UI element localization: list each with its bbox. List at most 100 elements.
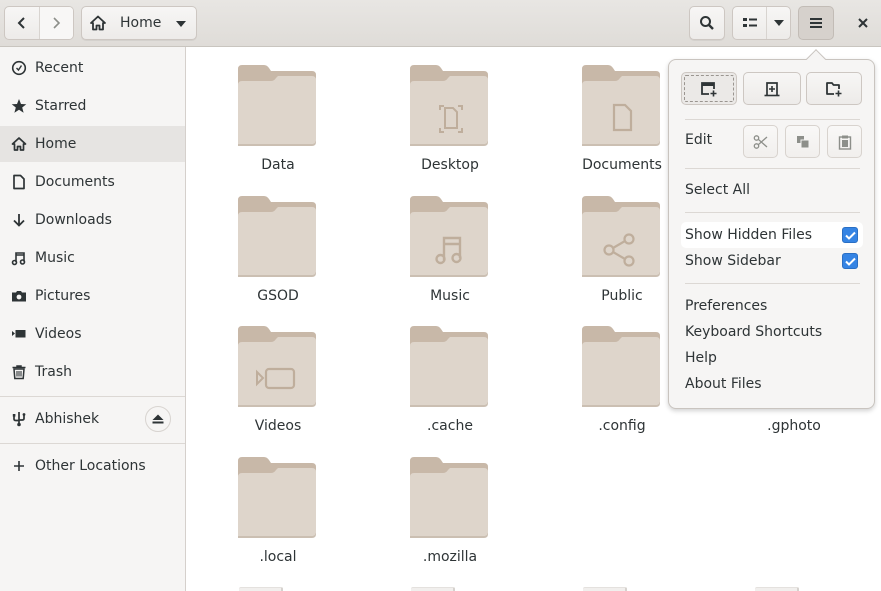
- folder-icon: [238, 326, 316, 407]
- folder-icon: [582, 196, 660, 277]
- new-folder-button[interactable]: [806, 72, 862, 105]
- file-item[interactable]: Videos: [213, 326, 343, 434]
- music-note-icon: [11, 250, 27, 266]
- usb-icon: [11, 411, 27, 427]
- forward-button[interactable]: [38, 7, 73, 39]
- home-icon: [90, 15, 106, 31]
- folder-icon: [238, 196, 316, 277]
- file-item[interactable]: Music: [385, 196, 515, 304]
- folder-icon: [582, 326, 660, 407]
- file-item-partial[interactable]: [583, 587, 627, 591]
- sidebar: Recent Starred Home Documents Downloads …: [0, 47, 186, 591]
- paste-button[interactable]: [827, 125, 862, 158]
- chevron-down-icon: [773, 20, 784, 26]
- document-icon: [11, 174, 27, 190]
- show-hidden-files-item[interactable]: Show Hidden Files: [681, 222, 863, 248]
- file-item-partial[interactable]: [755, 587, 799, 591]
- download-arrow-icon: [11, 212, 27, 228]
- file-name: Documents: [582, 157, 662, 173]
- main-menu-button[interactable]: [798, 6, 834, 40]
- go-back-icon: [17, 17, 25, 29]
- checkmark-icon: [844, 257, 856, 266]
- sidebar-item-abhishek[interactable]: Abhishek: [0, 401, 185, 437]
- sidebar-separator: [0, 396, 185, 397]
- preferences-item[interactable]: Preferences: [681, 293, 863, 319]
- show-hidden-files-label: Show Hidden Files: [685, 227, 813, 243]
- copy-button[interactable]: [785, 125, 820, 158]
- close-icon: [858, 18, 868, 28]
- sidebar-item-documents[interactable]: Documents: [0, 164, 185, 200]
- file-name: .gphoto: [767, 418, 821, 434]
- menu-separator: [685, 212, 860, 213]
- sidebar-item-other-locations[interactable]: Other Locations: [0, 448, 185, 484]
- file-item[interactable]: Desktop: [385, 65, 515, 173]
- file-name: .config: [598, 418, 646, 434]
- keyboard-shortcuts-item[interactable]: Keyboard Shortcuts: [681, 319, 863, 345]
- show-sidebar-item[interactable]: Show Sidebar: [681, 248, 863, 274]
- clipboard-icon: [838, 135, 851, 150]
- sidebar-item-videos[interactable]: Videos: [0, 316, 185, 352]
- search-button[interactable]: [689, 6, 725, 40]
- view-toggle-button[interactable]: [733, 7, 766, 39]
- list-view-icon: [742, 18, 757, 27]
- show-hidden-files-checkbox[interactable]: [842, 227, 858, 243]
- file-name: Videos: [254, 418, 302, 434]
- sidebar-item-music[interactable]: Music: [0, 240, 185, 276]
- folder-icon: [410, 196, 488, 277]
- plus-icon: [11, 458, 27, 474]
- back-button[interactable]: [5, 7, 39, 39]
- star-icon: [11, 98, 27, 114]
- file-item[interactable]: .mozilla: [385, 457, 515, 565]
- sidebar-item-home[interactable]: Home: [0, 126, 185, 162]
- clock-icon: [11, 60, 27, 76]
- show-sidebar-label: Show Sidebar: [685, 253, 781, 269]
- sidebar-item-downloads[interactable]: Downloads: [0, 202, 185, 238]
- new-tab-icon: [764, 81, 780, 96]
- view-options-dropdown[interactable]: [766, 7, 790, 39]
- file-name: .mozilla: [422, 549, 478, 565]
- sidebar-item-recent[interactable]: Recent: [0, 50, 185, 86]
- eject-button[interactable]: [145, 406, 171, 432]
- file-name: .cache: [427, 418, 473, 434]
- new-tab-button[interactable]: [743, 72, 801, 105]
- folder-icon: [238, 457, 316, 538]
- file-item[interactable]: GSOD: [213, 196, 343, 304]
- file-name: Music: [430, 288, 470, 304]
- close-window-button[interactable]: [850, 10, 876, 36]
- sidebar-separator: [0, 443, 185, 444]
- file-item-partial[interactable]: [239, 587, 283, 591]
- view-options-group: [732, 6, 791, 40]
- checkmark-icon: [844, 231, 856, 240]
- new-window-icon: [701, 81, 717, 96]
- location-pathbar-button[interactable]: Home: [81, 6, 197, 40]
- file-item[interactable]: .local: [213, 457, 343, 565]
- help-item[interactable]: Help: [681, 345, 863, 371]
- file-item[interactable]: Data: [213, 65, 343, 173]
- hamburger-menu-icon: [810, 18, 822, 28]
- menu-separator: [685, 283, 860, 284]
- folder-icon: [410, 65, 488, 146]
- navigation-buttons: [4, 6, 74, 40]
- video-camera-icon: [11, 326, 27, 342]
- file-item-partial[interactable]: [411, 587, 455, 591]
- sidebar-item-pictures[interactable]: Pictures: [0, 278, 185, 314]
- show-sidebar-checkbox[interactable]: [842, 253, 858, 269]
- trash-icon: [11, 364, 27, 380]
- select-all-item[interactable]: Select All: [681, 177, 863, 203]
- cut-button[interactable]: [743, 125, 778, 158]
- folder-icon: [582, 65, 660, 146]
- file-name: Data: [261, 157, 295, 173]
- search-icon: [700, 16, 714, 30]
- about-files-item[interactable]: About Files: [681, 371, 863, 397]
- sidebar-item-trash[interactable]: Trash: [0, 354, 185, 390]
- sidebar-item-starred[interactable]: Starred: [0, 88, 185, 124]
- file-name: Desktop: [421, 157, 479, 173]
- new-folder-icon: [826, 81, 842, 96]
- main-menu-popover: Edit Select All Show Hidden Files Show S…: [668, 49, 875, 409]
- scissors-icon: [753, 134, 767, 149]
- header-bar: Home: [0, 0, 881, 47]
- file-item[interactable]: .cache: [385, 326, 515, 434]
- folder-icon: [238, 65, 316, 146]
- new-window-button[interactable]: [681, 72, 737, 105]
- chevron-down-icon: [176, 21, 186, 27]
